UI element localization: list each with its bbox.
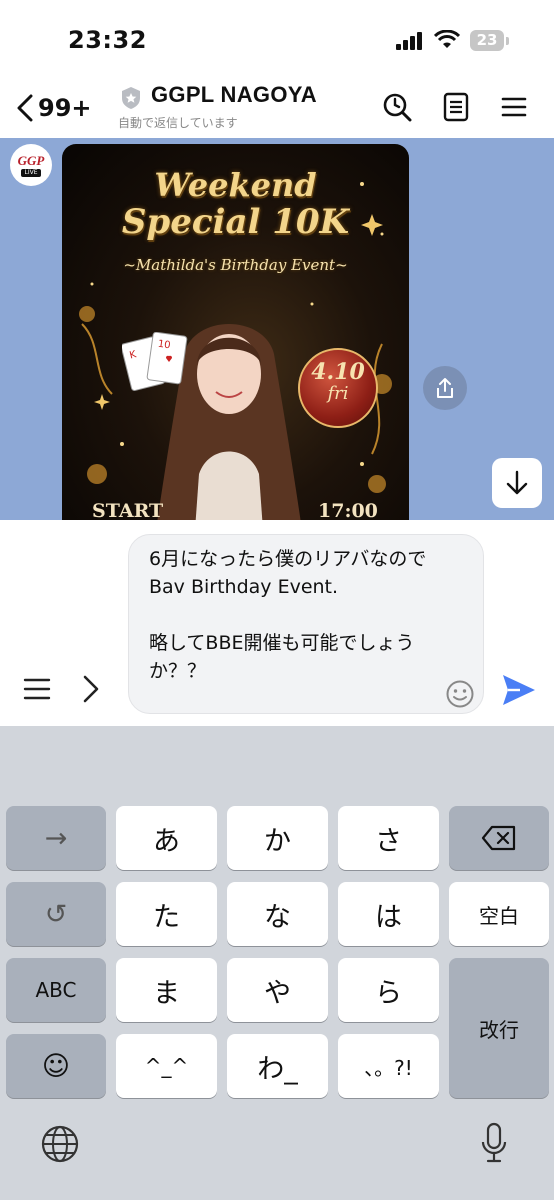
person-illustration bbox=[157, 324, 301, 520]
signal-icon bbox=[396, 32, 422, 50]
chevron-right-icon[interactable] bbox=[80, 674, 102, 704]
backspace-icon bbox=[481, 825, 516, 851]
key-ka[interactable]: か bbox=[227, 806, 328, 870]
poster-title-line2: Special 10K bbox=[121, 202, 350, 242]
key-sa[interactable]: さ bbox=[338, 806, 439, 870]
emoji-icon[interactable] bbox=[445, 679, 475, 709]
menu-icon bbox=[501, 97, 527, 117]
key-arrow-right[interactable]: → bbox=[6, 806, 106, 870]
event-date: 4.10 bbox=[311, 359, 365, 385]
avatar[interactable]: GGP LIVE bbox=[10, 144, 52, 186]
key-na[interactable]: な bbox=[227, 882, 328, 946]
status-time: 23:32 bbox=[68, 26, 147, 54]
battery-icon: 23 bbox=[470, 30, 504, 51]
key-ma[interactable]: ま bbox=[116, 958, 217, 1022]
key-a[interactable]: あ bbox=[116, 806, 217, 870]
search-clock-icon bbox=[383, 93, 412, 122]
chat-header: 99+ GGPL NAGOYA 自動で返信しています bbox=[0, 80, 554, 138]
unread-count: 99+ bbox=[38, 94, 92, 122]
battery-tip bbox=[506, 37, 509, 45]
globe-icon[interactable] bbox=[40, 1124, 80, 1164]
chat-title[interactable]: GGPL NAGOYA bbox=[151, 82, 317, 108]
key-punctuation[interactable]: 、。?! bbox=[338, 1034, 439, 1098]
notes-icon bbox=[443, 92, 469, 122]
scroll-to-bottom-button[interactable] bbox=[492, 458, 542, 508]
back-button[interactable]: 99+ bbox=[16, 90, 92, 126]
key-abc[interactable]: ABC bbox=[6, 958, 106, 1022]
key-kaomoji[interactable]: ^_^ bbox=[116, 1034, 217, 1098]
chevron-left-icon bbox=[17, 94, 33, 122]
compose-bar: 6月になったら僕のリアバなのでBav Birthday Event. 略してBB… bbox=[0, 520, 554, 726]
send-icon[interactable] bbox=[500, 672, 538, 708]
chat-area[interactable]: GGP LIVE Weekend Special 10K ~Mathilda's… bbox=[0, 138, 554, 520]
search-button[interactable] bbox=[380, 90, 414, 124]
key-backspace[interactable] bbox=[449, 806, 549, 870]
menu-button[interactable] bbox=[497, 90, 531, 124]
key-ra[interactable]: ら bbox=[338, 958, 439, 1022]
share-icon bbox=[437, 378, 453, 398]
key-space[interactable]: 空白 bbox=[449, 882, 549, 946]
event-date-badge: 4.10 fri bbox=[298, 348, 378, 428]
key-ta[interactable]: た bbox=[116, 882, 217, 946]
event-poster-image[interactable]: Weekend Special 10K ~Mathilda's Birthday… bbox=[62, 144, 409, 520]
poster-subtitle: ~Mathilda's Birthday Event~ bbox=[123, 256, 348, 274]
status-bar: 23:32 23 bbox=[0, 0, 554, 80]
key-ha[interactable]: は bbox=[338, 882, 439, 946]
playing-cards-icon: K 10 bbox=[122, 332, 188, 392]
event-weekday: fri bbox=[327, 383, 349, 404]
compose-menu-icon[interactable] bbox=[22, 676, 52, 702]
start-label: START bbox=[92, 500, 164, 520]
official-shield-icon bbox=[122, 87, 140, 109]
auto-reply-status: 自動で返信しています bbox=[118, 116, 238, 130]
notes-button[interactable] bbox=[439, 90, 473, 124]
wifi-icon bbox=[434, 30, 460, 48]
key-emoji[interactable]: ☺ bbox=[6, 1034, 106, 1098]
key-wa[interactable]: わ_ bbox=[227, 1034, 328, 1098]
key-ya[interactable]: や bbox=[227, 958, 328, 1022]
arrow-down-icon bbox=[506, 470, 528, 495]
start-time: 17:00 bbox=[318, 500, 378, 520]
avatar-live-badge: LIVE bbox=[21, 168, 41, 177]
keyboard: → あ か さ ↺ た な は 空白 ABC ま や ら 改行 ☺ ^_^ わ_… bbox=[0, 726, 554, 1200]
key-return[interactable]: 改行 bbox=[449, 958, 549, 1098]
message-input[interactable]: 6月になったら僕のリアバなのでBav Birthday Event. 略してBB… bbox=[128, 534, 484, 714]
poster-title-line1: Weekend bbox=[154, 166, 317, 204]
avatar-logo: GGP bbox=[17, 152, 45, 168]
share-button[interactable] bbox=[423, 366, 467, 410]
message-text: 6月になったら僕のリアバなのでBav Birthday Event. 略してBB… bbox=[149, 548, 427, 682]
microphone-icon[interactable] bbox=[480, 1122, 508, 1164]
key-undo[interactable]: ↺ bbox=[6, 882, 106, 946]
svg-text:10: 10 bbox=[157, 339, 171, 352]
